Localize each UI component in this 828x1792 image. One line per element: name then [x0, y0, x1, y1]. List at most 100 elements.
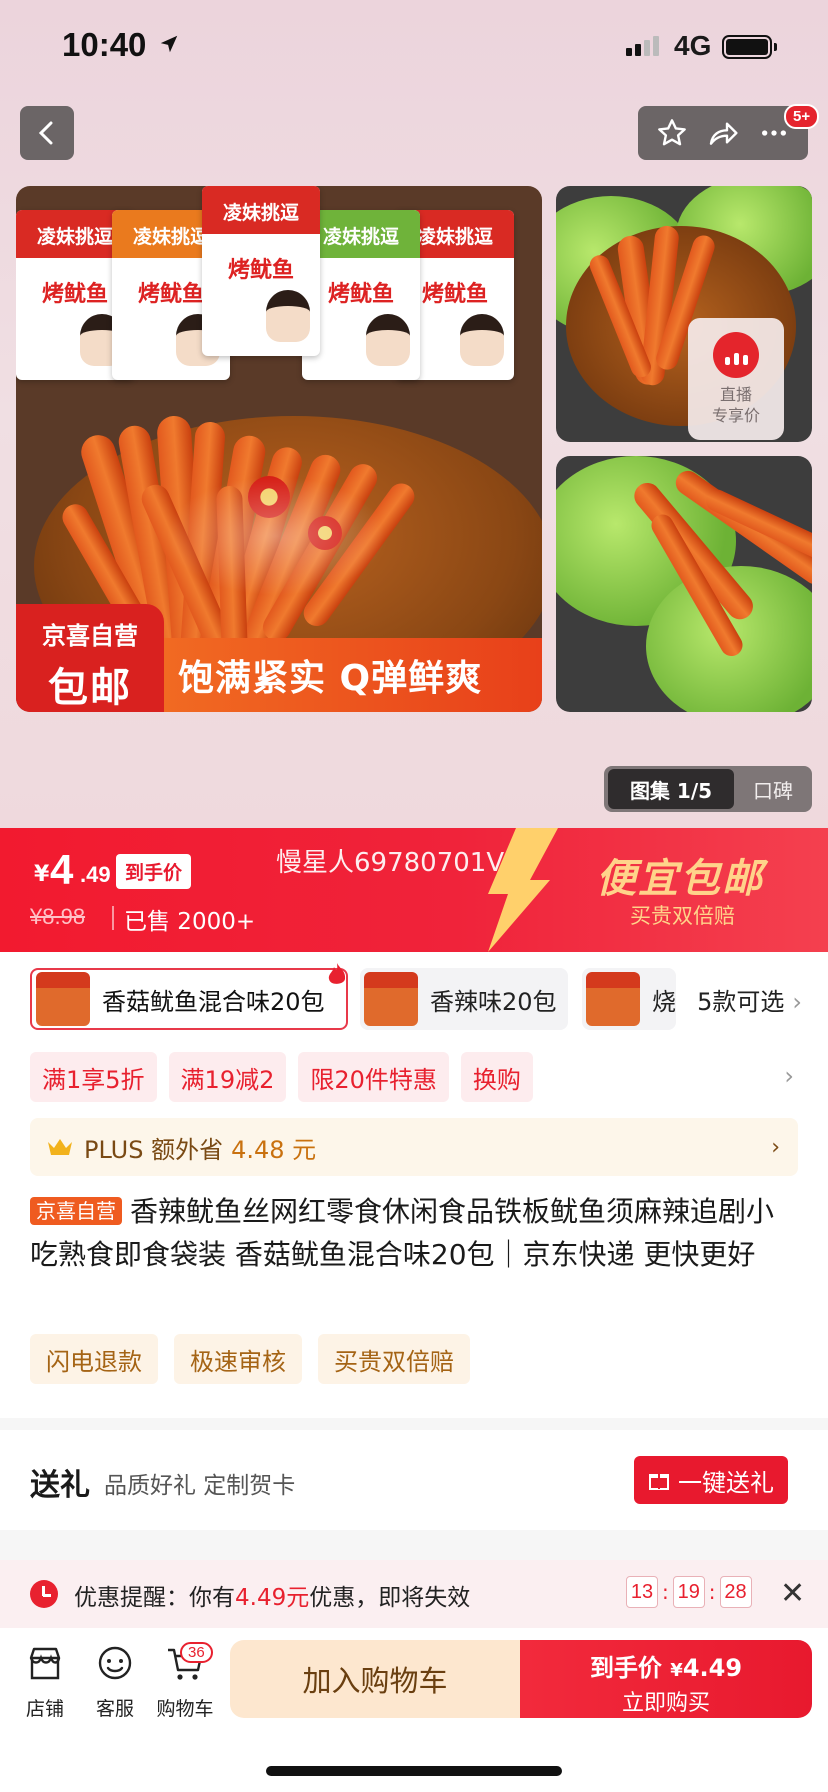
network-type: 4G: [674, 30, 712, 61]
live-label: 直播: [719, 385, 752, 404]
service-tag[interactable]: 买贵双倍赔: [318, 1334, 470, 1384]
hot-flame-icon: [328, 963, 346, 984]
signal-icon: [626, 36, 659, 56]
product-title-text: 香辣鱿鱼丝网红零食休闲食品铁板鱿鱼须麻辣追剧小吃熟食即食袋装 香菇鱿鱼混合味20…: [30, 1195, 775, 1271]
service-tags: 闪电退款 极速审核 买贵双倍赔: [30, 1334, 470, 1384]
plus-text: PLUS 额外省: [84, 1135, 224, 1164]
live-icon: [713, 332, 759, 378]
message-badge: 5+: [784, 104, 820, 129]
buy-now-button[interactable]: 到手价 ¥4.49 立即购买: [520, 1640, 812, 1718]
cart-count-badge: 36: [180, 1642, 213, 1663]
shop-button[interactable]: 店铺: [10, 1644, 80, 1721]
clock-icon: [30, 1580, 58, 1608]
discount-reminder: 优惠提醒：你有4.49元优惠，即将失效 13: 19: 28 ✕: [0, 1560, 828, 1628]
store-icon: [29, 1647, 61, 1680]
variant-thumbnail: [36, 972, 90, 1026]
main-product-image[interactable]: 凌妹挑逗 烤鱿鱼 凌妹挑逗 烤鱿鱼 凌妹挑逗 烤鱿鱼 凌妹挑逗 烤鱿鱼 凌妹挑逗 烤鱿鱼 京喜自营…: [16, 186, 542, 712]
share-button[interactable]: [701, 111, 745, 155]
promo-title: 便宜包邮: [596, 856, 764, 902]
customer-service-label: 客服: [95, 1698, 134, 1720]
image-banner: 饱满紧实 Q弹鲜爽: [164, 638, 542, 712]
promo-tag[interactable]: 换购: [460, 1052, 533, 1102]
back-button[interactable]: [20, 106, 74, 160]
service-tag[interactable]: 闪电退款: [30, 1334, 158, 1384]
side-product-image-2[interactable]: [556, 456, 812, 712]
countdown-minutes: 19: [672, 1576, 705, 1608]
variant-option[interactable]: 烧: [582, 968, 676, 1030]
plus-value: 4.48 元: [231, 1135, 317, 1164]
countdown: 13: 19: 28: [626, 1576, 752, 1608]
reviews-tab[interactable]: 口碑: [734, 775, 812, 804]
close-icon[interactable]: ✕: [780, 1576, 805, 1611]
mascot-face: [266, 290, 310, 342]
mascot-face: [460, 314, 504, 366]
reminder-text: 优惠提醒：你有4.49元优惠，即将失效: [74, 1578, 470, 1612]
price-bar: ¥ 4 .49 到手价 ¥8.98 已售 2000+ 慢星人69780701V …: [0, 828, 828, 952]
package-brand: 凌妹挑逗: [202, 186, 320, 234]
product-gallery-area: 10:40 4G 5+ 凌妹挑逗 烤鱿鱼 凌妹挑逗 烤鱿鱼 凌妹挑逗 烤鱿鱼 凌妹挑逗 烤鱿鱼…: [0, 0, 828, 828]
promo-tag[interactable]: 满1享5折: [30, 1052, 157, 1102]
product-title: 京喜自营 香辣鱿鱼丝网红零食休闲食品铁板鱿鱼须麻辣追剧小吃熟食即食袋装 香菇鱿鱼混…: [30, 1190, 800, 1276]
chat-smile-icon: [98, 1646, 132, 1680]
gift-icon: [649, 1474, 669, 1490]
location-arrow-icon: [160, 35, 178, 53]
live-price-button[interactable]: 直播 专享价: [688, 318, 784, 440]
buy-currency: ¥: [670, 1660, 683, 1681]
variant-label: 香辣味20包: [430, 987, 557, 1016]
live-sublabel: 专享价: [711, 406, 760, 425]
price-currency: ¥: [34, 862, 50, 887]
variant-option[interactable]: 香辣味20包: [360, 968, 568, 1030]
chevron-right-icon[interactable]: ›: [784, 1062, 794, 1090]
lightning-icon: [488, 828, 558, 952]
plus-savings-row[interactable]: PLUS 额外省 4.48 元 ›: [30, 1118, 798, 1176]
cart-label: 购物车: [156, 1698, 214, 1720]
favorite-button[interactable]: [650, 111, 694, 155]
countdown-seconds: 28: [719, 1576, 752, 1608]
send-gift-button[interactable]: 一键送礼: [634, 1456, 788, 1504]
status-time: 10:40: [62, 26, 147, 63]
chevron-left-icon: [38, 121, 53, 145]
variant-thumbnail: [364, 972, 418, 1026]
variant-thumbnail: [586, 972, 640, 1026]
buy-price-line: 到手价 ¥4.49: [520, 1648, 812, 1683]
gift-title: 送礼: [30, 1468, 90, 1503]
live-username: 慢星人69780701V: [276, 848, 505, 878]
price-integer: 4: [50, 846, 74, 893]
reminder-prefix: 优惠提醒：你有: [74, 1585, 235, 1611]
crown-icon: [48, 1139, 72, 1155]
buy-price: 4.49: [682, 1654, 743, 1682]
original-price: ¥8.98: [30, 904, 86, 929]
promo-tags: 满1享5折 满19减2 限20件特惠 换购: [30, 1052, 533, 1102]
more-variants-button[interactable]: 5款可选 ›: [697, 982, 802, 1017]
variant-option[interactable]: 香菇鱿鱼混合味20包: [30, 968, 348, 1030]
add-to-cart-button[interactable]: 加入购物车: [230, 1640, 520, 1718]
home-indicator: [266, 1766, 562, 1776]
product-info: 香菇鱿鱼混合味20包 香辣味20包 烧 5款可选 › 满1享5折 满19减2 限2…: [0, 952, 828, 1418]
variant-label: 烧: [652, 987, 676, 1016]
star-icon: [657, 119, 686, 146]
sold-count: 已售 2000+: [124, 909, 256, 935]
send-gift-label: 一键送礼: [678, 1468, 774, 1497]
gallery-tab[interactable]: 图集 1/5: [608, 769, 734, 809]
mascot-face: [366, 314, 410, 366]
gift-section: 送礼 品质好礼 定制贺卡 一键送礼: [0, 1430, 828, 1530]
divider: [112, 906, 114, 930]
customer-service-button[interactable]: 客服: [80, 1644, 150, 1721]
promo-tag[interactable]: 满19减2: [168, 1052, 287, 1102]
promo-tag[interactable]: 限20件特惠: [298, 1052, 449, 1102]
final-price-tag: 到手价: [116, 854, 192, 889]
reminder-amount: 4.49元: [235, 1585, 310, 1611]
gift-subtitle: 品质好礼 定制贺卡: [104, 1473, 296, 1499]
package-image: 凌妹挑逗 烤鱿鱼: [202, 186, 320, 356]
status-bar: 10:40 4G: [0, 0, 828, 90]
price-decimal: .49: [80, 862, 111, 887]
package-name: 烤鱿鱼: [227, 258, 294, 283]
service-tag[interactable]: 极速审核: [174, 1334, 302, 1384]
shop-label: 店铺: [25, 1698, 64, 1720]
buy-now-label: 立即购买: [621, 1691, 710, 1716]
share-icon: [709, 122, 738, 145]
chevron-right-icon: ›: [771, 1134, 780, 1160]
variant-selector: 香菇鱿鱼混合味20包 香辣味20包 烧 5款可选 ›: [30, 963, 814, 1030]
gallery-switch: 图集 1/5 口碑: [604, 766, 812, 812]
stamp-line2: 包邮: [48, 665, 132, 711]
